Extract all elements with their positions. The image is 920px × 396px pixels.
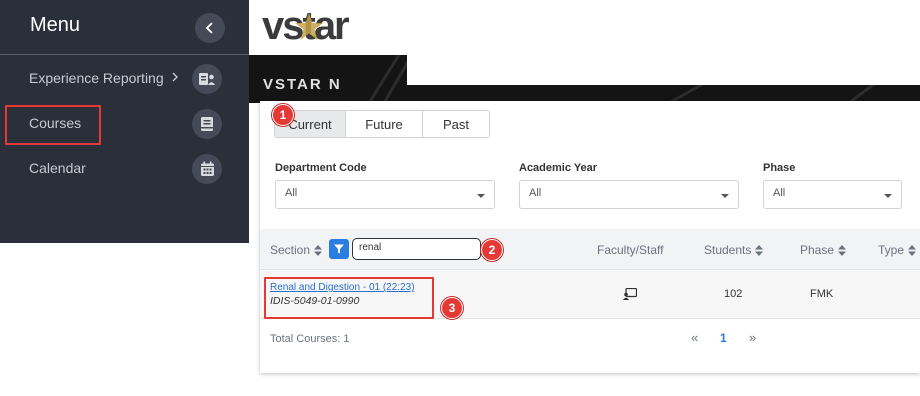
calendar-icon [192,154,222,184]
courses-panel: Current Future Past Department Code All … [260,101,920,373]
chevron-right-icon [172,72,178,82]
tab-past[interactable]: Past [423,111,489,137]
sidebar-title: Menu [30,14,81,36]
filter-icon [334,244,344,254]
sidebar: Menu Experience Reporting Courses Calend… [0,0,249,243]
sidebar-item-experience-reporting[interactable]: Experience Reporting [0,59,249,99]
column-header-phase[interactable]: Phase [800,243,847,257]
next-page-button[interactable]: » [749,330,756,345]
section-search-field[interactable] [352,238,481,260]
phase-label: Phase [763,162,796,174]
section-search-input[interactable] [359,242,474,253]
sidebar-item-label: Calendar [29,160,86,176]
presenter-icon[interactable] [623,288,637,300]
annotation-badge-2: 2 [481,239,503,261]
column-label: Section [270,243,311,257]
hero-banner: VSTAR N [249,55,920,103]
book-icon [192,109,222,139]
app-root: Menu Experience Reporting Courses Calend… [0,0,920,396]
column-label: Phase [800,243,835,257]
column-header-students[interactable]: Students [704,243,764,257]
phase-select[interactable]: All [763,180,902,209]
collapse-sidebar-button[interactable] [195,13,225,43]
sort-icon [838,245,847,257]
current-page[interactable]: 1 [720,331,727,345]
caret-down-icon [721,194,729,198]
academic-year-select[interactable]: All [519,180,739,209]
column-header-type[interactable]: Type [878,243,917,257]
total-courses: Total Courses: 1 [270,333,350,345]
sidebar-item-calendar[interactable]: Calendar [0,149,249,189]
courses-highlight-box [5,105,101,145]
sidebar-item-label: Experience Reporting [29,70,164,86]
chevron-left-icon [205,22,213,34]
column-label: Type [878,243,905,257]
annotation-badge-1: 1 [272,104,294,126]
select-value: All [285,187,298,199]
column-header-faculty-staff: Faculty/Staff [597,243,664,257]
person-report-icon [192,64,222,94]
table-header: Section Faculty/Staff Students Phase Typ… [260,229,920,270]
caret-down-icon [884,194,892,198]
sort-icon [314,245,323,257]
phase-value: FMK [810,288,834,300]
filter-button[interactable] [329,239,349,259]
select-value: All [773,187,786,199]
course-tabs: Current Future Past [274,110,490,138]
course-highlight-box [264,277,434,319]
column-header-section[interactable]: Section [270,243,323,257]
sort-icon [908,245,917,257]
department-code-select[interactable]: All [275,180,495,209]
prev-page-button[interactable]: « [691,330,698,345]
department-code-label: Department Code [275,162,367,174]
sort-icon [755,245,764,257]
banner-text: VSTAR N [263,76,342,93]
annotation-badge-3: 3 [441,297,463,319]
students-count: 102 [724,288,743,300]
column-label: Students [704,243,752,257]
tab-future[interactable]: Future [346,111,423,137]
caret-down-icon [477,194,485,198]
banner-overlay [407,55,920,85]
star-icon [295,13,323,40]
select-value: All [529,187,542,199]
academic-year-label: Academic Year [519,162,598,174]
sidebar-header: Menu [0,0,249,55]
